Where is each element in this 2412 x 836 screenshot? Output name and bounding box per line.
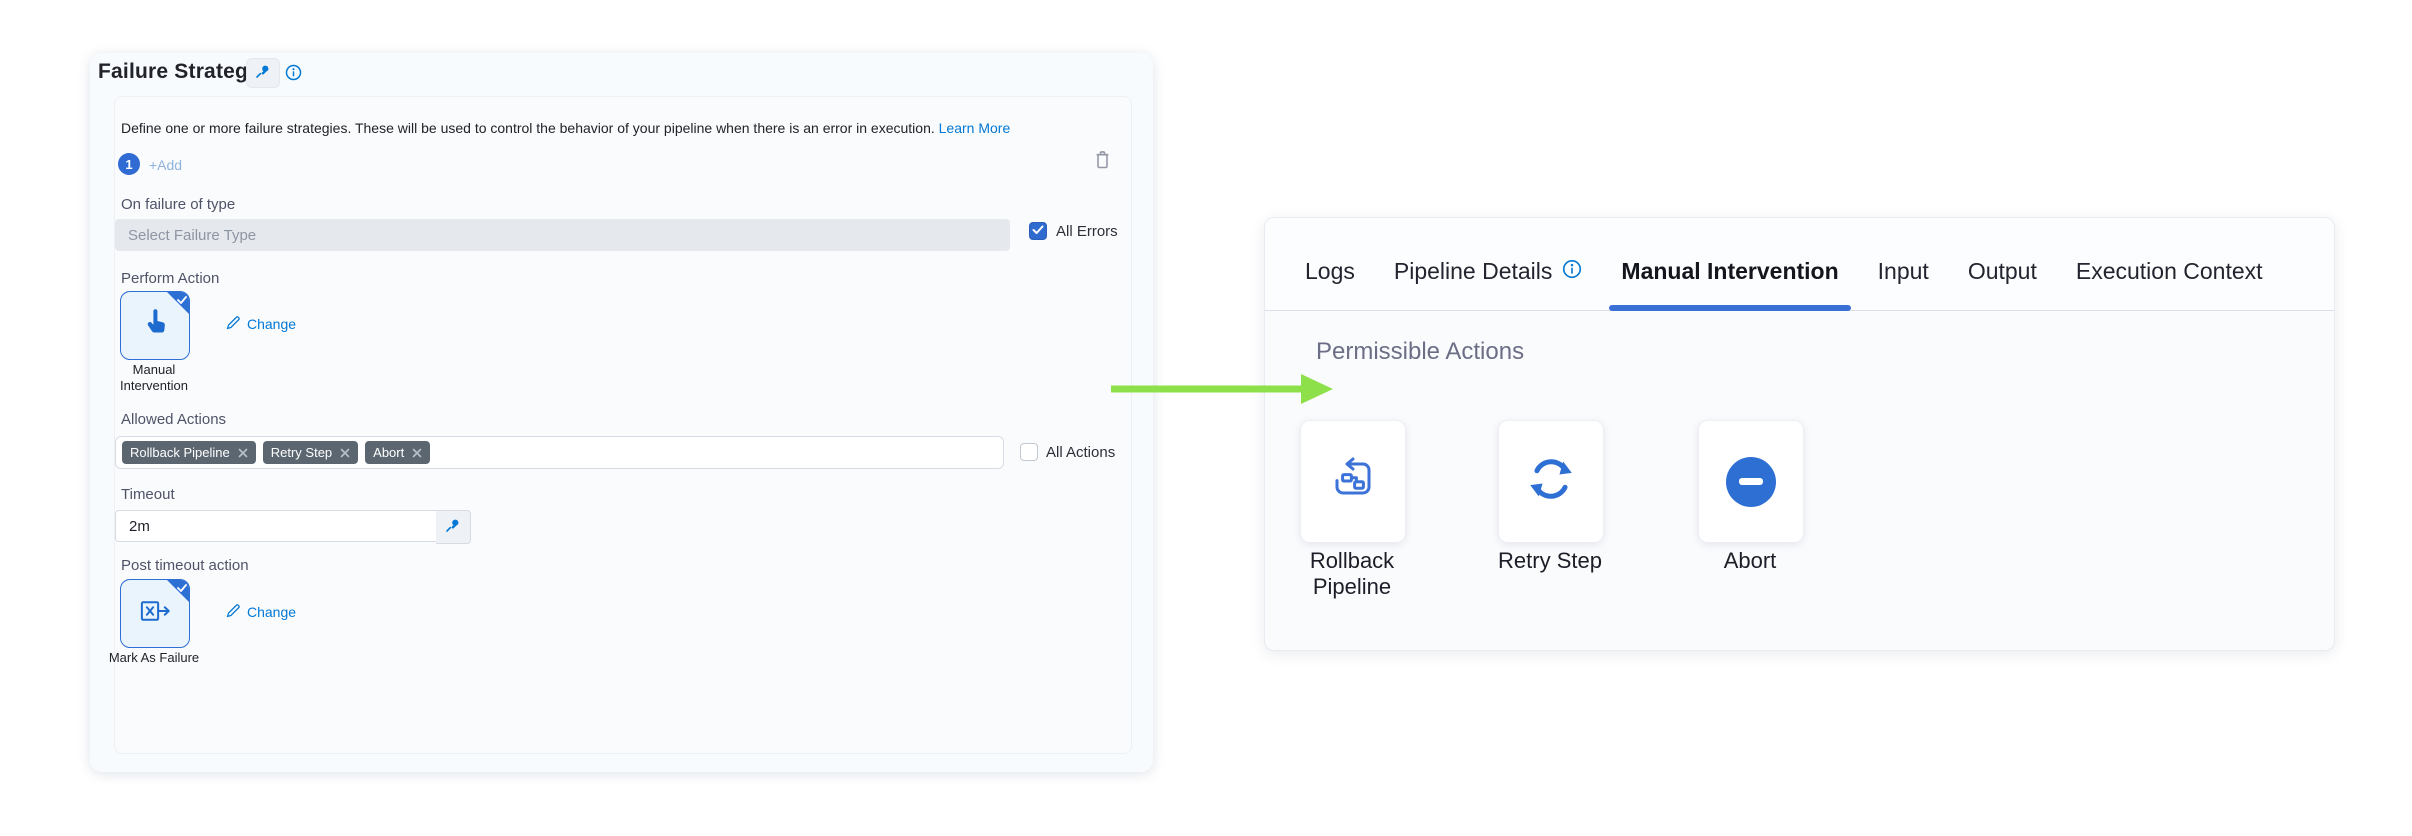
action-label-rollback-pipeline: Rollback Pipeline: [1282, 548, 1422, 600]
tag-retry-step: Retry Step: [263, 441, 358, 464]
tab-label: Manual Intervention: [1621, 258, 1838, 285]
change-post-timeout-button[interactable]: Change: [226, 603, 296, 621]
minus-bar: [1739, 478, 1763, 485]
tab-execution-context[interactable]: Execution Context: [2076, 218, 2263, 310]
timeout-pin-button[interactable]: [436, 510, 471, 544]
permissible-actions-heading: Permissible Actions: [1316, 338, 1524, 366]
post-timeout-action-card[interactable]: [120, 579, 190, 648]
tab-pipeline-details[interactable]: Pipeline Details: [1394, 218, 1583, 310]
pin-runtime-input-button[interactable]: [246, 58, 280, 88]
pencil-icon: [226, 315, 241, 333]
failure-type-select[interactable]: [115, 219, 1010, 251]
pin-icon: [255, 63, 271, 84]
action-card-abort[interactable]: [1698, 420, 1804, 543]
allowed-actions-label: Allowed Actions: [121, 411, 226, 428]
action-card-retry-step[interactable]: [1498, 420, 1604, 543]
rollback-pipeline-icon: [1329, 455, 1377, 508]
change-perform-action-button[interactable]: Change: [226, 315, 296, 333]
strategy-description: Define one or more failure strategies. T…: [121, 120, 1010, 136]
tag-label: Abort: [373, 445, 404, 460]
perform-action-name: Manual Intervention: [106, 362, 202, 394]
abort-icon: [1726, 457, 1776, 507]
info-icon[interactable]: [1562, 258, 1582, 285]
post-timeout-action-name: Mark As Failure: [106, 650, 202, 666]
description-text: Define one or more failure strategies. T…: [121, 120, 935, 136]
perform-action-label: Perform Action: [121, 270, 219, 287]
selected-check-icon: [176, 581, 188, 593]
change-label: Change: [247, 316, 296, 332]
pin-icon: [445, 517, 461, 538]
tab-label: Execution Context: [2076, 258, 2263, 285]
action-label-abort: Abort: [1680, 548, 1820, 574]
tab-logs[interactable]: Logs: [1305, 218, 1355, 310]
tag-label: Rollback Pipeline: [130, 445, 230, 460]
trash-icon: [1093, 149, 1112, 176]
tab-label: Output: [1968, 258, 2037, 285]
tab-input[interactable]: Input: [1878, 218, 1929, 310]
all-actions-checkbox[interactable]: [1020, 443, 1038, 461]
page: Failure Strategy Define one or more fail…: [0, 0, 2412, 836]
action-label-retry-step: Retry Step: [1480, 548, 1620, 574]
timeout-input[interactable]: [115, 510, 437, 542]
tab-label: Input: [1878, 258, 1929, 285]
tab-output[interactable]: Output: [1968, 218, 2037, 310]
tag-abort: Abort: [365, 441, 430, 464]
tag-remove-icon[interactable]: [412, 448, 422, 458]
retry-icon: [1525, 453, 1577, 510]
all-errors-label: All Errors: [1056, 223, 1118, 240]
pointer-arrow: [1105, 368, 1337, 412]
tag-remove-icon[interactable]: [340, 448, 350, 458]
timeout-label: Timeout: [121, 486, 175, 503]
pencil-icon: [226, 603, 241, 621]
tab-label: Logs: [1305, 258, 1355, 285]
post-timeout-label: Post timeout action: [121, 557, 249, 574]
info-icon[interactable]: [285, 64, 302, 81]
tab-label: Pipeline Details: [1394, 258, 1553, 285]
check-icon: [1032, 222, 1044, 240]
delete-strategy-button[interactable]: [1092, 151, 1112, 174]
tag-rollback-pipeline: Rollback Pipeline: [122, 441, 256, 464]
action-card-rollback-pipeline[interactable]: [1300, 420, 1406, 543]
allowed-actions-input[interactable]: Rollback Pipeline Retry Step Abort: [115, 436, 1004, 469]
selected-check-icon: [176, 293, 188, 305]
tab-manual-intervention[interactable]: Manual Intervention: [1621, 218, 1838, 310]
all-actions-label: All Actions: [1046, 444, 1115, 461]
perform-action-card[interactable]: [120, 291, 190, 360]
panel-title: Failure Strategy: [98, 60, 260, 84]
tag-remove-icon[interactable]: [238, 448, 248, 458]
all-errors-checkbox[interactable]: [1029, 222, 1047, 240]
learn-more-link[interactable]: Learn More: [939, 120, 1011, 136]
tab-bar: Logs Pipeline Details Manual Interventio…: [1265, 218, 2334, 311]
add-strategy-button[interactable]: +Add: [149, 157, 182, 173]
on-failure-label: On failure of type: [121, 196, 235, 213]
tag-label: Retry Step: [271, 445, 332, 460]
change-label: Change: [247, 604, 296, 620]
strategy-form-card: [114, 96, 1132, 754]
strategy-number-chip[interactable]: 1: [118, 153, 140, 175]
